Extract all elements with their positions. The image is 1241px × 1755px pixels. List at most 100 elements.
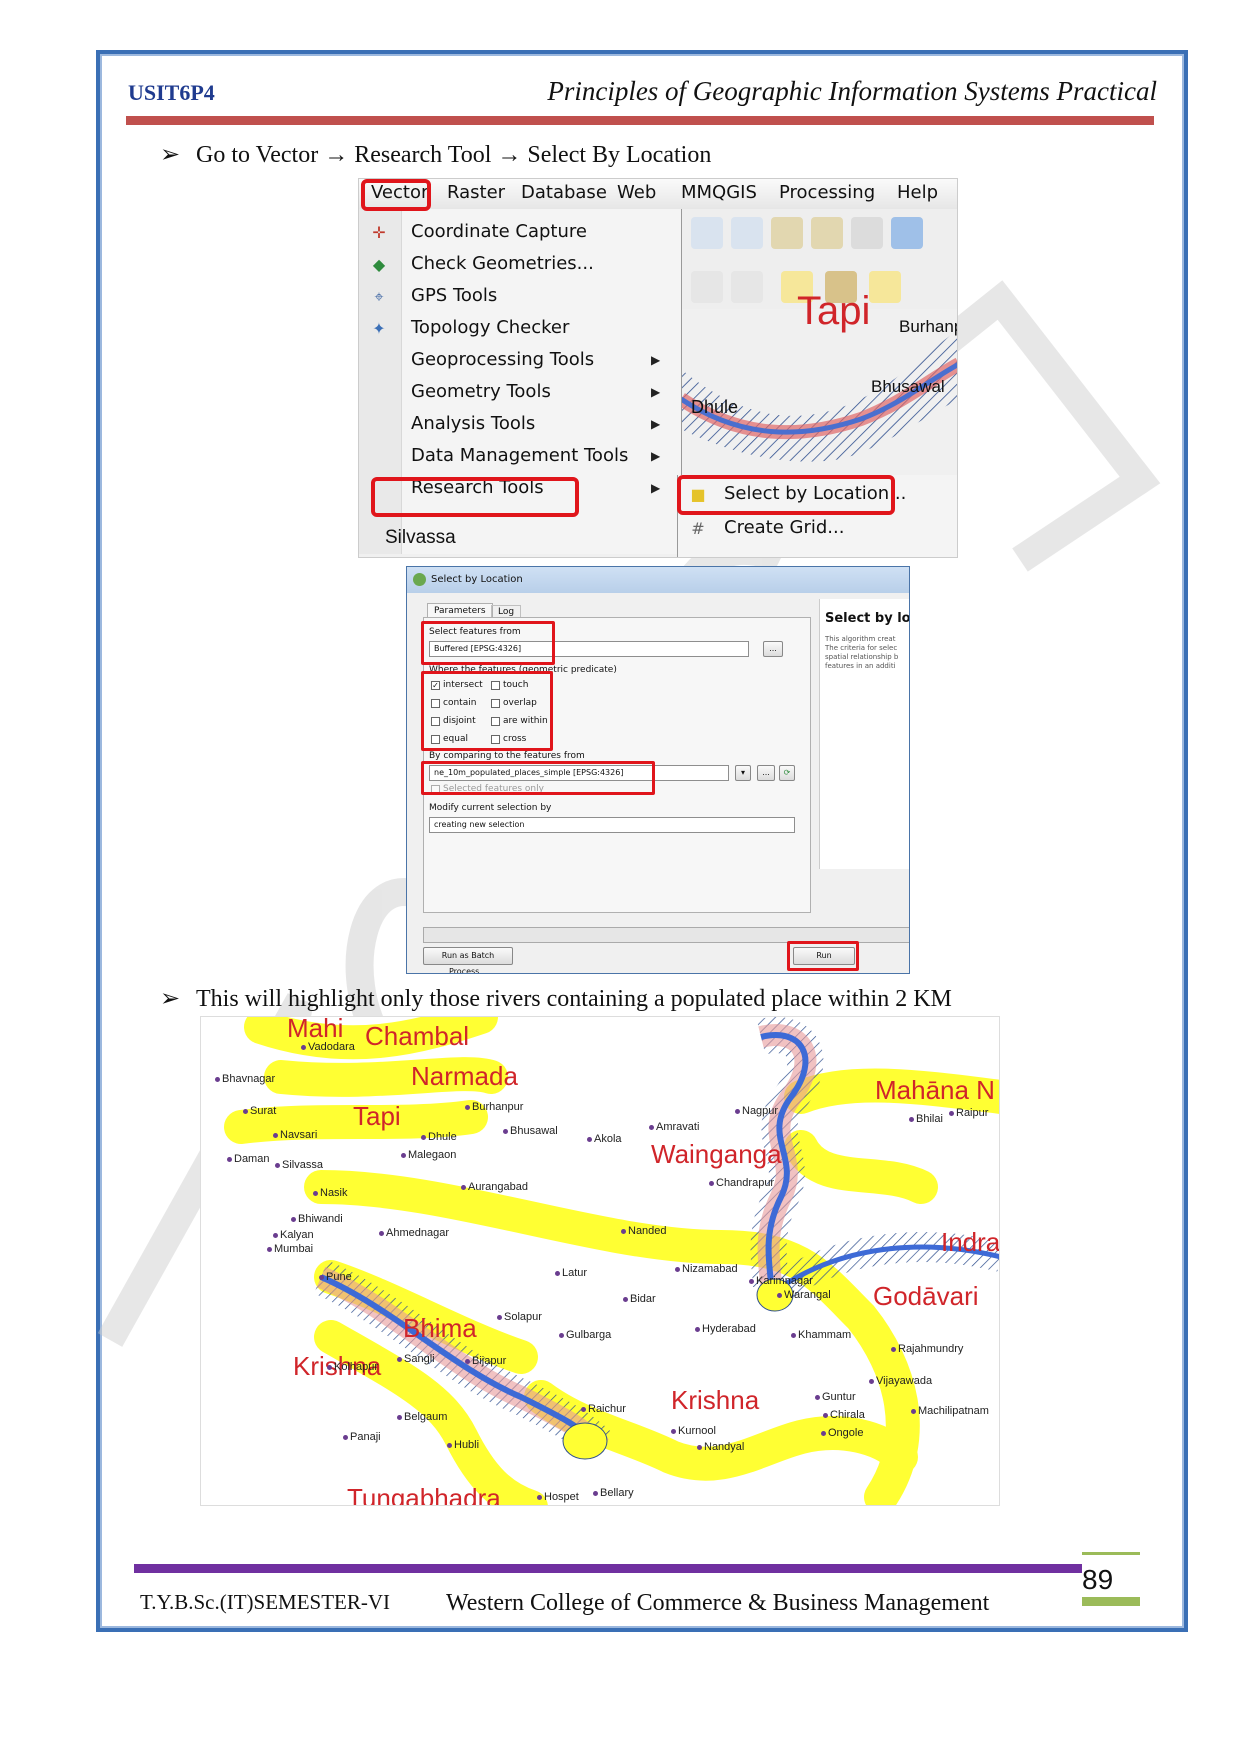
place-label: Sangli — [397, 1353, 435, 1365]
highlight-compare-features — [421, 761, 655, 795]
place-label: Akola — [587, 1133, 622, 1145]
header-rule — [126, 116, 1154, 125]
bullet-step-2: ➢ This will highlight only those rivers c… — [160, 984, 952, 1013]
footer-semester: T.Y.B.Sc.(IT)SEMESTER-VI — [140, 1590, 391, 1614]
place-label: Hyderabad — [695, 1323, 756, 1335]
bullet-marker-icon: ➢ — [160, 142, 181, 168]
undo-icon[interactable] — [691, 271, 723, 303]
place-label: Nizamabad — [675, 1263, 738, 1275]
place-label: Bhavnagar — [215, 1073, 275, 1085]
place-label: Bhiwandi — [291, 1213, 343, 1225]
menu-item-gps-tools[interactable]: GPS Tools — [411, 285, 497, 306]
help-title: Select by lo — [825, 611, 910, 626]
compare-label: By comparing to the features from — [429, 751, 585, 761]
place-label: Machilipatnam — [911, 1405, 989, 1417]
map-place-label: Silvassa — [385, 527, 456, 548]
bullet-text: Go to Vector → Research Tool → Select By… — [196, 142, 712, 168]
place-label: Burhanpur — [465, 1101, 523, 1113]
place-label: Warangal — [777, 1289, 831, 1301]
menu-item-data-management-tools[interactable]: Data Management Tools — [411, 445, 628, 466]
browse-button[interactable]: ... — [757, 765, 775, 781]
menu-item-analysis-tools[interactable]: Analysis Tools — [411, 413, 535, 434]
menu-help[interactable]: Help — [897, 182, 938, 203]
place-label: Nasik — [313, 1187, 348, 1199]
tab-parameters[interactable]: Parameters — [427, 603, 493, 618]
zoom-icon[interactable] — [691, 217, 723, 249]
place-label: Solapur — [497, 1311, 542, 1323]
combo-arrow-button[interactable]: ▾ — [735, 765, 751, 781]
menu-item-topology-checker[interactable]: Topology Checker — [411, 317, 569, 338]
bookmark-icon[interactable] — [771, 217, 803, 249]
browse-button[interactable]: ... — [763, 641, 783, 657]
river-label: Narmada — [411, 1061, 518, 1091]
place-label: Raichur — [581, 1403, 626, 1415]
place-label: Hubli — [447, 1439, 479, 1451]
place-label: Vadodara — [301, 1041, 355, 1053]
place-label: Gulbarga — [559, 1329, 611, 1341]
place-label: Kalyan — [273, 1229, 314, 1241]
menu-raster[interactable]: Raster — [447, 182, 505, 203]
menu-item-check-geometries[interactable]: Check Geometries... — [411, 253, 594, 274]
bookmark-show-icon[interactable] — [851, 217, 883, 249]
place-label: Surat — [243, 1105, 276, 1117]
place-label: Latur — [555, 1267, 587, 1279]
menu-item-geoprocessing-tools[interactable]: Geoprocessing Tools — [411, 349, 594, 370]
place-label: Nagpur — [735, 1105, 778, 1117]
place-label: Bellary — [593, 1487, 634, 1499]
zoom-layer-icon[interactable] — [731, 217, 763, 249]
place-label: Nanded — [621, 1225, 667, 1237]
bullet-step-1: ➢ Go to Vector → Research Tool → Select B… — [160, 140, 711, 169]
refresh-icon[interactable] — [891, 217, 923, 249]
check-geometry-icon: ◆ — [372, 255, 386, 274]
menu-mmqgis[interactable]: MMQGIS — [681, 182, 757, 203]
place-label: Mumbai — [267, 1243, 313, 1255]
place-label: Kurnool — [671, 1425, 716, 1437]
topology-icon: ✦ — [372, 319, 386, 338]
place-label: Pune — [319, 1271, 352, 1283]
submenu-arrow-icon: ▶ — [651, 449, 661, 463]
place-label: Silvassa — [275, 1159, 323, 1171]
run-as-batch-button[interactable]: Run as Batch Process... — [423, 947, 513, 973]
highlight-select-features — [421, 621, 555, 665]
place-label: Nandyal — [697, 1441, 744, 1453]
place-label: Rajahmundry — [891, 1343, 963, 1355]
menu-item-coordinate-capture[interactable]: Coordinate Capture — [411, 221, 587, 242]
label-move-icon[interactable] — [869, 271, 901, 303]
place-label: Ahmednagar — [379, 1227, 449, 1239]
highlight-vector-menu — [361, 179, 431, 211]
crosshair-icon: ✛ — [372, 223, 386, 242]
place-label: Navsari — [273, 1129, 317, 1141]
modify-selection-label: Modify current selection by — [429, 803, 552, 813]
iterate-icon[interactable]: ⟳ — [779, 765, 795, 781]
place-label: Panaji — [343, 1431, 381, 1443]
qgis-menu-screenshot: Tapi Burhanpur Bhusawal Dhule Vector Ras… — [358, 178, 958, 558]
place-label: Chandrapur — [709, 1177, 774, 1189]
highlight-run-button — [787, 941, 859, 971]
modify-selection-combo[interactable]: creating new selection — [429, 817, 795, 833]
menu-bar: Vector Raster Database Web MMQGIS Proces… — [359, 179, 957, 209]
menu-item-geometry-tools[interactable]: Geometry Tools — [411, 381, 551, 402]
submenu-arrow-icon: ▶ — [651, 481, 661, 495]
place-label: Ongole — [821, 1427, 863, 1439]
river-label: Krishna — [671, 1385, 760, 1415]
bookmark-new-icon[interactable] — [811, 217, 843, 249]
help-text-line: The criteria for selec — [825, 644, 898, 652]
submenu-arrow-icon: ▶ — [651, 353, 661, 367]
map-place-label: Dhule — [691, 397, 739, 417]
page-number-bar-bottom — [1082, 1597, 1140, 1606]
place-label: Chirala — [823, 1409, 865, 1421]
map-river-label: Tapi — [797, 289, 871, 333]
menu-item-create-grid[interactable]: Create Grid... — [724, 517, 844, 538]
menu-database[interactable]: Database — [521, 182, 607, 203]
place-label: Bijapur — [465, 1355, 506, 1367]
place-label: Khammam — [791, 1329, 851, 1341]
select-by-location-dialog: Select by Location Parameters Log Select… — [406, 566, 910, 974]
help-text-line: spatial relationship b — [825, 653, 899, 661]
river-label: Indra — [941, 1227, 1000, 1257]
footer-college: Western College of Commerce & Business M… — [446, 1590, 990, 1616]
river-label: Mahāna N — [875, 1075, 995, 1105]
menu-processing[interactable]: Processing — [779, 182, 875, 203]
menu-web[interactable]: Web — [617, 182, 656, 203]
place-label: Dhule — [421, 1131, 457, 1143]
redo-icon[interactable] — [731, 271, 763, 303]
